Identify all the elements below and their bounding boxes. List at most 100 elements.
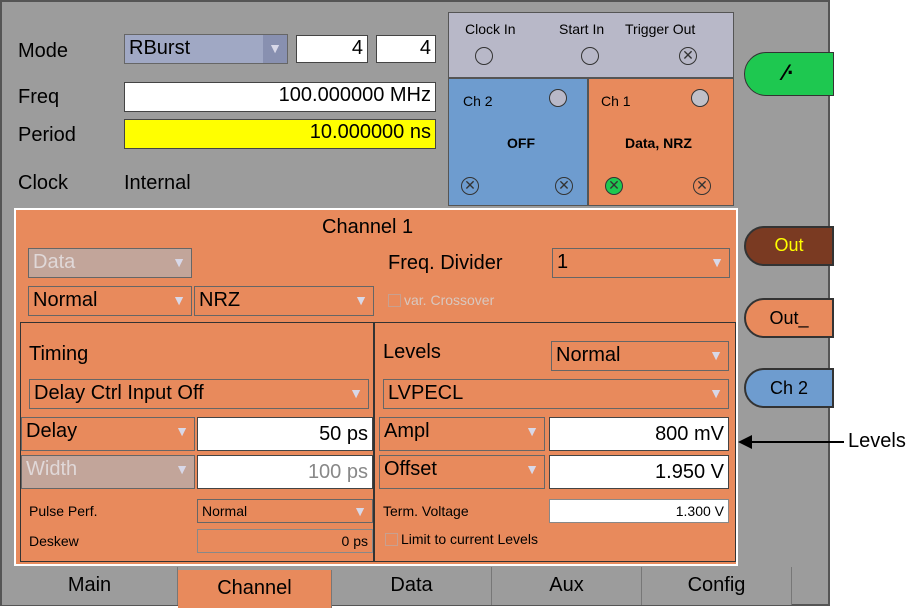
ch2-outbar-connector-icon: ✕ bbox=[555, 177, 573, 195]
limit-levels-label: Limit to current Levels bbox=[401, 531, 538, 547]
freq-divider-label: Freq. Divider bbox=[388, 252, 503, 274]
callout-arrow-icon bbox=[738, 435, 752, 449]
output-enable-button[interactable]: ⁄· bbox=[744, 52, 834, 96]
chevron-down-icon: ▼ bbox=[172, 254, 186, 270]
offset-param-dropdown[interactable]: Offset ▼ bbox=[379, 455, 545, 489]
freq-divider-dropdown[interactable]: 1 ▼ bbox=[552, 248, 730, 278]
width-label: Width bbox=[26, 458, 78, 480]
trigger-out-label: Trigger Out bbox=[625, 21, 696, 37]
levels-panel: Levels Normal ▼ LVPECL ▼ Ampl ▼ 800 mV O… bbox=[374, 322, 736, 562]
start-in-label: Start In bbox=[559, 21, 605, 37]
tab-main[interactable]: Main bbox=[2, 567, 178, 605]
freq-divider-value: 1 bbox=[557, 251, 569, 273]
tab-channel[interactable]: Channel bbox=[178, 570, 332, 608]
switch-icon: ⁄· bbox=[783, 60, 795, 85]
data-source-dropdown[interactable]: Data ▼ bbox=[28, 248, 192, 278]
chevron-down-icon: ▼ bbox=[263, 35, 287, 63]
width-param-dropdown[interactable]: Width ▼ bbox=[21, 455, 195, 489]
trigger-out-connector-icon: ✕ bbox=[679, 47, 697, 65]
ch1-connector-panel[interactable]: Ch 1 Data, NRZ ✕ ✕ bbox=[588, 78, 734, 206]
pulse-perf-label: Pulse Perf. bbox=[29, 503, 98, 519]
callout-line bbox=[740, 441, 830, 443]
ch2-label: Ch 2 bbox=[463, 93, 493, 109]
ch1-out-connector-icon: ✕ bbox=[605, 177, 623, 195]
pulse-perf-value: Normal bbox=[202, 503, 248, 519]
ampl-param-dropdown[interactable]: Ampl ▼ bbox=[379, 417, 545, 451]
freq-label: Freq bbox=[18, 86, 60, 108]
polarity-value: Normal bbox=[33, 289, 98, 311]
mode-count-1[interactable]: 4 bbox=[296, 35, 368, 63]
data-source-value: Data bbox=[33, 251, 76, 273]
format-value: NRZ bbox=[199, 289, 241, 311]
tab-data[interactable]: Data bbox=[332, 567, 492, 605]
mode-value: RBurst bbox=[129, 37, 191, 59]
clock-in-connector-icon bbox=[475, 47, 493, 65]
logic-standard-dropdown[interactable]: LVPECL ▼ bbox=[383, 379, 729, 409]
offset-label: Offset bbox=[384, 458, 437, 480]
clock-label: Clock bbox=[18, 172, 69, 194]
term-voltage-field[interactable]: 1.300 V bbox=[549, 499, 729, 523]
delay-label: Delay bbox=[26, 420, 78, 442]
tab-config[interactable]: Config bbox=[642, 567, 792, 605]
mode-count-2[interactable]: 4 bbox=[376, 35, 436, 63]
ch2-connector-panel[interactable]: Ch 2 OFF ✕ ✕ bbox=[448, 78, 588, 206]
deskew-label: Deskew bbox=[29, 533, 79, 549]
levels-mode-value: Normal bbox=[556, 344, 621, 366]
ch1-outbar-connector-icon: ✕ bbox=[693, 177, 711, 195]
instrument-screen: Mode RBurst ▼ 4 4 Freq 100.000000 MHz Pe… bbox=[0, 0, 834, 608]
width-field[interactable]: 100 ps bbox=[197, 455, 373, 489]
connector-panel: Clock In Start In Trigger Out ✕ bbox=[448, 12, 734, 78]
delay-ctrl-dropdown[interactable]: Delay Ctrl Input Off ▼ bbox=[29, 379, 369, 409]
chevron-down-icon: ▼ bbox=[172, 292, 186, 308]
start-in-connector-icon bbox=[581, 47, 599, 65]
chevron-down-icon: ▼ bbox=[175, 461, 189, 477]
callout-line-ext bbox=[830, 441, 844, 443]
mode-dropdown[interactable]: RBurst ▼ bbox=[124, 34, 288, 64]
ch2-status: OFF bbox=[507, 135, 535, 151]
chevron-down-icon: ▼ bbox=[710, 254, 724, 270]
polarity-dropdown[interactable]: Normal ▼ bbox=[28, 286, 192, 316]
delay-param-dropdown[interactable]: Delay ▼ bbox=[21, 417, 195, 451]
offset-field[interactable]: 1.950 V bbox=[549, 455, 729, 489]
deskew-field[interactable]: 0 ps bbox=[197, 529, 373, 553]
chevron-down-icon: ▼ bbox=[709, 347, 723, 363]
out-bar-button[interactable]: Out_ bbox=[744, 298, 834, 338]
period-label: Period bbox=[18, 124, 76, 146]
levels-callout-label: Levels bbox=[848, 430, 906, 452]
levels-mode-dropdown[interactable]: Normal ▼ bbox=[551, 341, 729, 371]
delay-field[interactable]: 50 ps bbox=[197, 417, 373, 451]
ch2-out-connector-icon: ✕ bbox=[461, 177, 479, 195]
out-button[interactable]: Out bbox=[744, 226, 834, 266]
chevron-down-icon: ▼ bbox=[525, 461, 539, 477]
limit-levels-checkbox[interactable] bbox=[385, 533, 398, 546]
tab-aux[interactable]: Aux bbox=[492, 567, 642, 605]
var-crossover-label: var. Crossover bbox=[404, 292, 495, 308]
chevron-down-icon: ▼ bbox=[525, 423, 539, 439]
timing-title: Timing bbox=[29, 343, 89, 365]
clock-in-label: Clock In bbox=[465, 21, 516, 37]
format-dropdown[interactable]: NRZ ▼ bbox=[194, 286, 374, 316]
period-field[interactable]: 10.000000 ns bbox=[124, 119, 436, 149]
clock-value: Internal bbox=[124, 172, 191, 194]
chevron-down-icon: ▼ bbox=[709, 385, 723, 401]
ch2-button[interactable]: Ch 2 bbox=[744, 368, 834, 408]
mode-label: Mode bbox=[18, 40, 69, 62]
ampl-field[interactable]: 800 mV bbox=[549, 417, 729, 451]
chevron-down-icon: ▼ bbox=[175, 423, 189, 439]
channel-panel: Channel 1 Data ▼ Freq. Divider 1 ▼ Norma… bbox=[14, 208, 738, 566]
channel-title: Channel 1 bbox=[322, 216, 414, 238]
ch1-indicator-icon bbox=[691, 89, 709, 107]
chevron-down-icon: ▼ bbox=[349, 385, 363, 401]
freq-field[interactable]: 100.000000 MHz bbox=[124, 82, 436, 112]
var-crossover-checkbox[interactable] bbox=[388, 294, 401, 307]
ch1-label: Ch 1 bbox=[601, 93, 631, 109]
ampl-label: Ampl bbox=[384, 420, 430, 442]
chevron-down-icon: ▼ bbox=[354, 292, 368, 308]
logic-standard-value: LVPECL bbox=[388, 382, 464, 404]
pulse-perf-dropdown[interactable]: Normal ▼ bbox=[197, 499, 373, 523]
ch2-indicator-icon bbox=[549, 89, 567, 107]
ch1-status: Data, NRZ bbox=[625, 135, 692, 151]
term-voltage-label: Term. Voltage bbox=[383, 503, 469, 519]
delay-ctrl-value: Delay Ctrl Input Off bbox=[34, 382, 204, 404]
timing-panel: Timing Delay Ctrl Input Off ▼ Delay ▼ 50… bbox=[20, 322, 374, 562]
